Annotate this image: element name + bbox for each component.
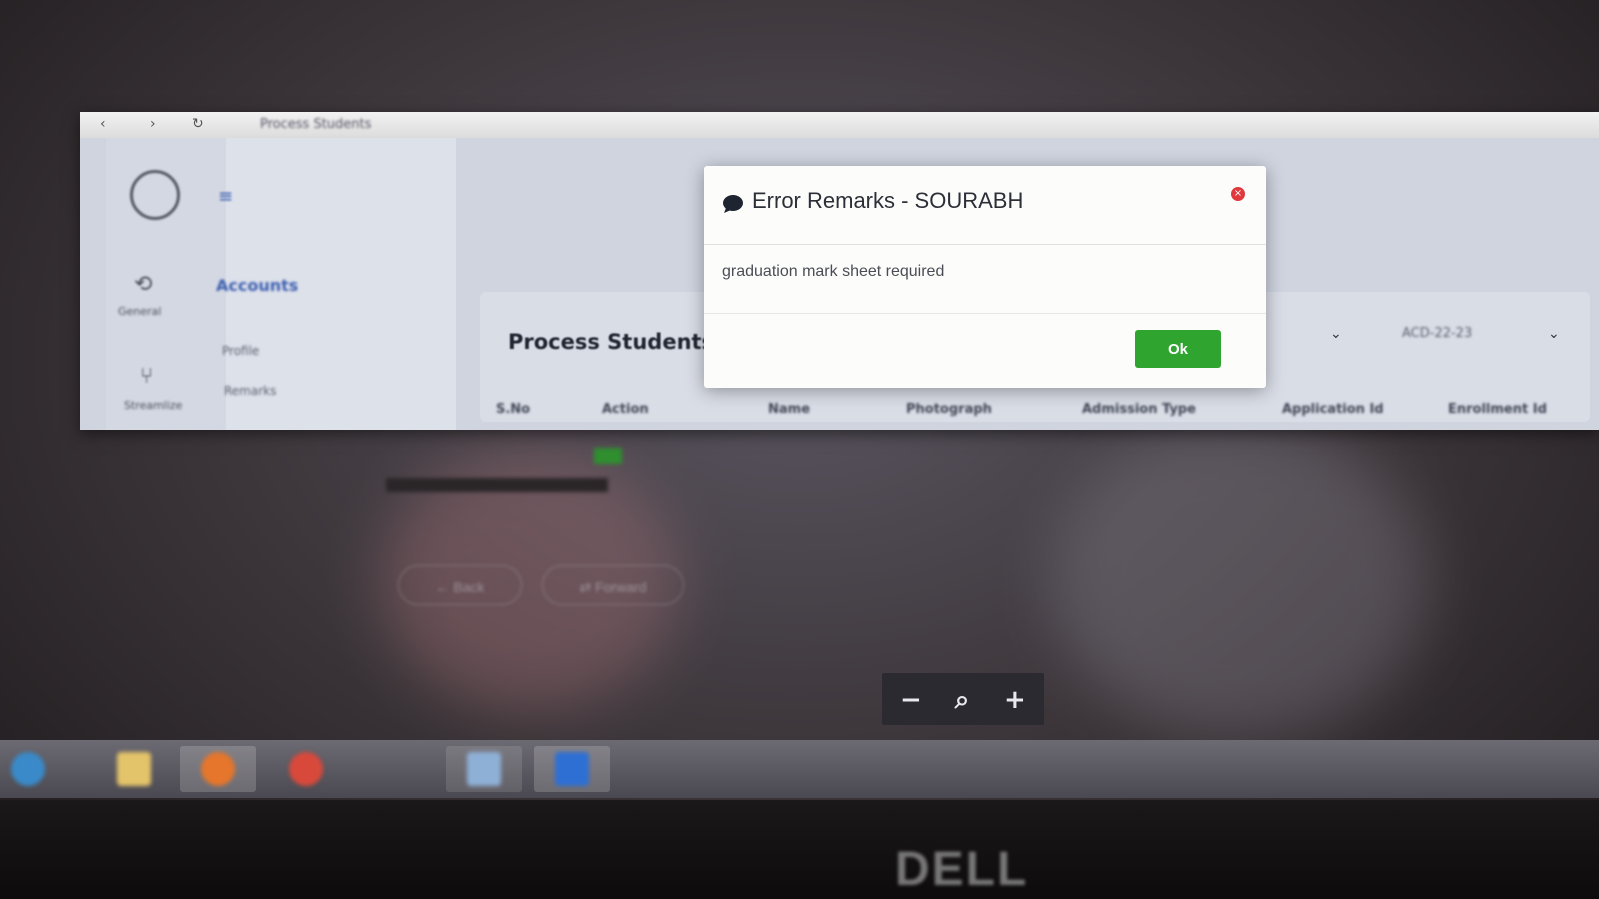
url-text[interactable]: Process Students <box>260 117 371 132</box>
word-button[interactable] <box>534 746 610 792</box>
status-indicator <box>594 448 622 464</box>
browser-address-bar: ‹ › ↻ Process Students <box>80 112 1599 138</box>
page-title: Process Students <box>508 330 715 354</box>
error-remarks-dialog: Error Remarks - SOURABH × graduation mar… <box>704 166 1266 388</box>
ok-button[interactable]: Ok <box>1135 330 1221 368</box>
laptop-bezel <box>0 800 1599 899</box>
table-header-name: Name <box>768 402 811 417</box>
dialog-header: Error Remarks - SOURABH × <box>704 166 1266 245</box>
chrome-button[interactable] <box>268 746 344 792</box>
menu-subitem-profile[interactable]: Profile <box>222 344 259 358</box>
refresh-icon[interactable]: ⟲ <box>134 272 152 297</box>
table-header-action: Action <box>602 402 649 417</box>
folder-icon <box>117 752 151 786</box>
back-button[interactable]: ← Back <box>398 565 522 605</box>
photos-icon <box>467 752 501 786</box>
university-logo <box>130 170 180 220</box>
file-explorer-button[interactable] <box>96 746 172 792</box>
zoom-in-button[interactable]: + <box>998 683 1030 715</box>
filter-select-session[interactable]: ACD-22-23 <box>1402 326 1472 341</box>
firefox-icon <box>201 752 235 786</box>
error-message: graduation mark sheet required <box>722 263 945 280</box>
menu-heading-accounts[interactable]: Accounts <box>216 276 298 295</box>
firefox-button[interactable] <box>180 746 256 792</box>
start-button[interactable] <box>0 746 66 792</box>
dialog-title: Error Remarks - SOURABH <box>752 188 1024 213</box>
branch-icon[interactable]: ⑂ <box>140 364 153 389</box>
forward-button[interactable]: ⇄ Forward <box>542 565 684 605</box>
chat-bubble-icon <box>723 195 743 213</box>
table-header-sno: S.No <box>496 402 531 417</box>
dell-logo: DELL <box>895 843 1029 896</box>
sidebar-item-general[interactable]: General <box>118 305 161 318</box>
taskbar <box>0 740 1599 798</box>
magnifier-icon[interactable]: ⌕ <box>946 683 978 715</box>
chrome-icon <box>289 752 323 786</box>
zoom-out-button[interactable]: − <box>894 683 926 715</box>
photos-button[interactable] <box>446 746 522 792</box>
back-nav-icon[interactable]: ‹ <box>100 116 106 132</box>
word-icon <box>555 752 589 786</box>
windows-logo-icon <box>11 752 45 786</box>
table-header-photograph: Photograph <box>906 402 992 417</box>
forward-nav-icon[interactable]: › <box>150 116 156 132</box>
hamburger-menu-icon[interactable]: ≡ <box>218 186 233 207</box>
table-header-enrollment-id: Enrollment Id <box>1448 402 1547 417</box>
menu-subitem-remarks[interactable]: Remarks <box>224 384 276 398</box>
progress-bar <box>386 478 608 492</box>
dialog-body: graduation mark sheet required <box>704 245 1266 314</box>
screen-reflection <box>1050 420 1430 740</box>
table-header-admission-type: Admission Type <box>1082 402 1196 417</box>
table-header-application-id: Application Id <box>1282 402 1384 417</box>
zoom-control: − ⌕ + <box>882 673 1044 725</box>
close-icon[interactable]: × <box>1231 187 1245 201</box>
chevron-down-icon[interactable]: ⌄ <box>1330 326 1342 342</box>
chevron-down-icon[interactable]: ⌄ <box>1548 326 1560 342</box>
sidebar-item-streamlize[interactable]: Streamlize <box>124 399 182 412</box>
reload-icon[interactable]: ↻ <box>192 116 204 132</box>
